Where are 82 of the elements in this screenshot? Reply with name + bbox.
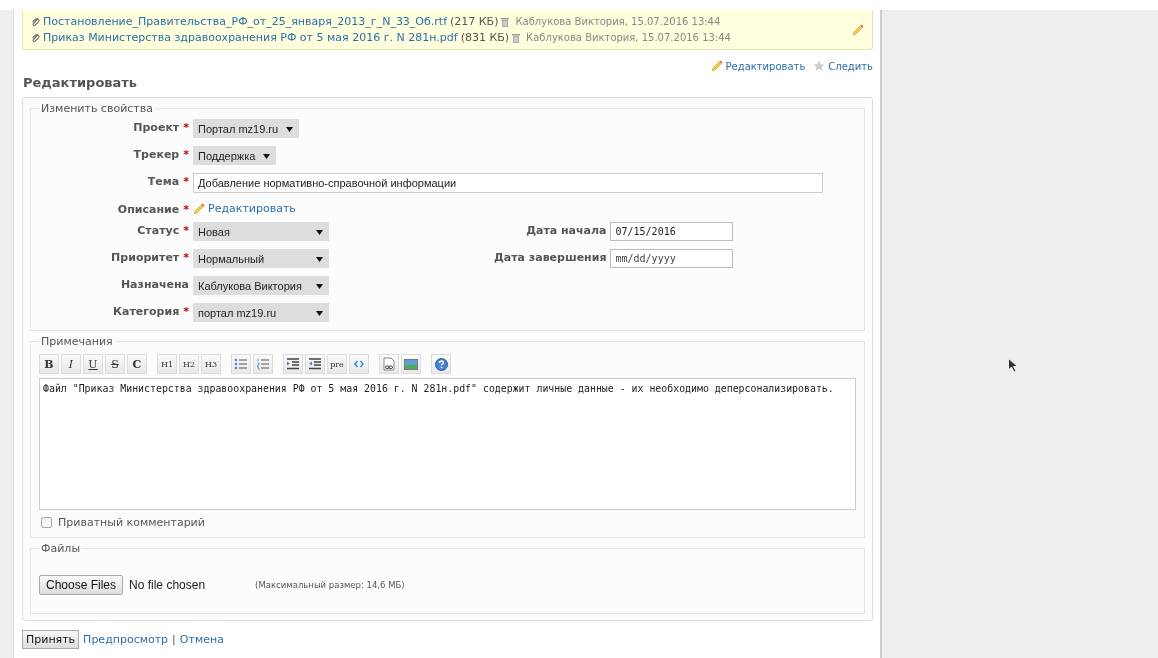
- link-icon: [383, 357, 395, 371]
- outdent-button[interactable]: [305, 354, 325, 374]
- description-edit-link[interactable]: Редактировать: [208, 202, 296, 215]
- select-field[interactable]: Новая: [193, 222, 329, 241]
- code-icon: [354, 360, 364, 368]
- field-label: Описание *: [116, 202, 189, 216]
- numbered-list-button[interactable]: [253, 354, 273, 374]
- outdent-icon: [308, 358, 322, 370]
- italic-button[interactable]: I: [61, 354, 81, 374]
- bullet-list-button[interactable]: [231, 354, 251, 374]
- numbered-list-icon: [256, 358, 270, 370]
- caret-icon: [286, 126, 294, 132]
- indent-icon: [286, 358, 300, 370]
- bold-button[interactable]: B: [39, 354, 59, 374]
- attachment-meta: Каблукова Виктория, 15.07.2016 13:44: [515, 16, 721, 27]
- caret-icon: [316, 283, 323, 289]
- fieldset-legend: Файлы: [39, 542, 83, 555]
- code-block-button[interactable]: [349, 354, 369, 374]
- heading-button[interactable]: H1: [157, 354, 177, 374]
- field-label: Проект *: [132, 120, 189, 134]
- file-status: No file chosen: [129, 578, 206, 592]
- help-icon: [434, 357, 448, 371]
- private-checkbox[interactable]: [41, 517, 52, 528]
- heading-button[interactable]: H2: [179, 354, 199, 374]
- submit-button[interactable]: Принять: [22, 630, 80, 649]
- section-heading: Редактировать: [23, 75, 139, 90]
- checkbox-label: Приватный комментарий: [58, 516, 205, 529]
- pencil-icon[interactable]: [710, 60, 723, 72]
- cursor-icon: [1008, 358, 1018, 373]
- trash-icon[interactable]: [512, 32, 521, 43]
- caret-icon: [316, 310, 323, 316]
- field-label: Дата завершения: [494, 250, 607, 264]
- watch-link[interactable]: Следить: [813, 60, 873, 72]
- trash-icon[interactable]: [501, 16, 510, 27]
- footer-link[interactable]: Предпросмотр: [83, 633, 169, 646]
- attachment-meta: Каблукова Виктория, 15.07.2016 13:44: [526, 32, 731, 43]
- select-field[interactable]: Нормальный: [193, 249, 329, 268]
- file-size: (217 КБ): [450, 15, 499, 28]
- edit-link[interactable]: Редактировать: [710, 60, 806, 72]
- separator: |: [172, 633, 176, 646]
- select-field[interactable]: Поддержка: [193, 146, 277, 165]
- caret-icon: [316, 229, 323, 235]
- select-field[interactable]: Портал mz19.ru: [193, 119, 300, 138]
- code-button[interactable]: C: [127, 354, 147, 374]
- select-field[interactable]: портал mz19.ru: [193, 303, 329, 322]
- help-button[interactable]: [431, 354, 451, 374]
- attachment-link[interactable]: Постановление_Правительства_РФ_от_25_января_2013_г_N_33_Об.rtf: [43, 15, 448, 28]
- caret-icon: [316, 256, 323, 262]
- footer-link[interactable]: Отмена: [179, 633, 224, 646]
- notes-textarea[interactable]: Файл "Приказ Министерства здравоохранения РФ от 5 мая 2016 г. N 281н.pdf" содержит личные данные - их необходимо деперсонализировать.: [39, 378, 856, 510]
- fieldset-legend: Изменить свойства: [39, 102, 155, 115]
- max-size-hint: (Максимальный размер: 14,6 МБ): [255, 580, 405, 590]
- field-label: Приоритет *: [110, 250, 189, 264]
- paperclip-icon: [31, 32, 40, 43]
- preformatted-button[interactable]: pre: [327, 354, 347, 374]
- subject-field[interactable]: Добавление нормативно-справочной информации: [193, 173, 823, 193]
- heading-button[interactable]: H3: [201, 354, 221, 374]
- field-label: Категория *: [112, 304, 189, 318]
- date-field[interactable]: mm/dd/yyyy: [610, 249, 734, 268]
- attachment-link[interactable]: Приказ Министерства здравоохранения РФ от 5 мая 2016 г. N 281н.pdf: [43, 31, 458, 44]
- field-label: Тема *: [146, 174, 189, 188]
- image-button[interactable]: [401, 354, 421, 374]
- indent-button[interactable]: [283, 354, 303, 374]
- field-label: Статус *: [136, 223, 189, 237]
- star-icon[interactable]: [813, 60, 826, 72]
- field-label: Дата начала: [525, 223, 607, 237]
- caret-icon: [263, 153, 271, 159]
- field-label: Трекер *: [132, 147, 189, 161]
- link-button[interactable]: [379, 354, 399, 374]
- paperclip-icon: [31, 16, 40, 27]
- bullet-list-icon: [234, 358, 248, 370]
- field-label: Назначена: [119, 277, 189, 291]
- edit-icon[interactable]: [852, 23, 864, 36]
- file-size: (831 КБ): [460, 31, 510, 44]
- pencil-icon[interactable]: [193, 202, 205, 215]
- date-field[interactable]: 07/15/2016: [610, 222, 734, 241]
- strikethrough-button[interactable]: S: [105, 354, 125, 374]
- underline-button[interactable]: U: [83, 354, 103, 374]
- image-icon: [404, 358, 418, 370]
- fieldset-legend: Примечания: [39, 335, 115, 348]
- select-field[interactable]: Каблукова Виктория: [193, 276, 329, 295]
- choose-files-button[interactable]: Choose Files: [39, 575, 124, 595]
